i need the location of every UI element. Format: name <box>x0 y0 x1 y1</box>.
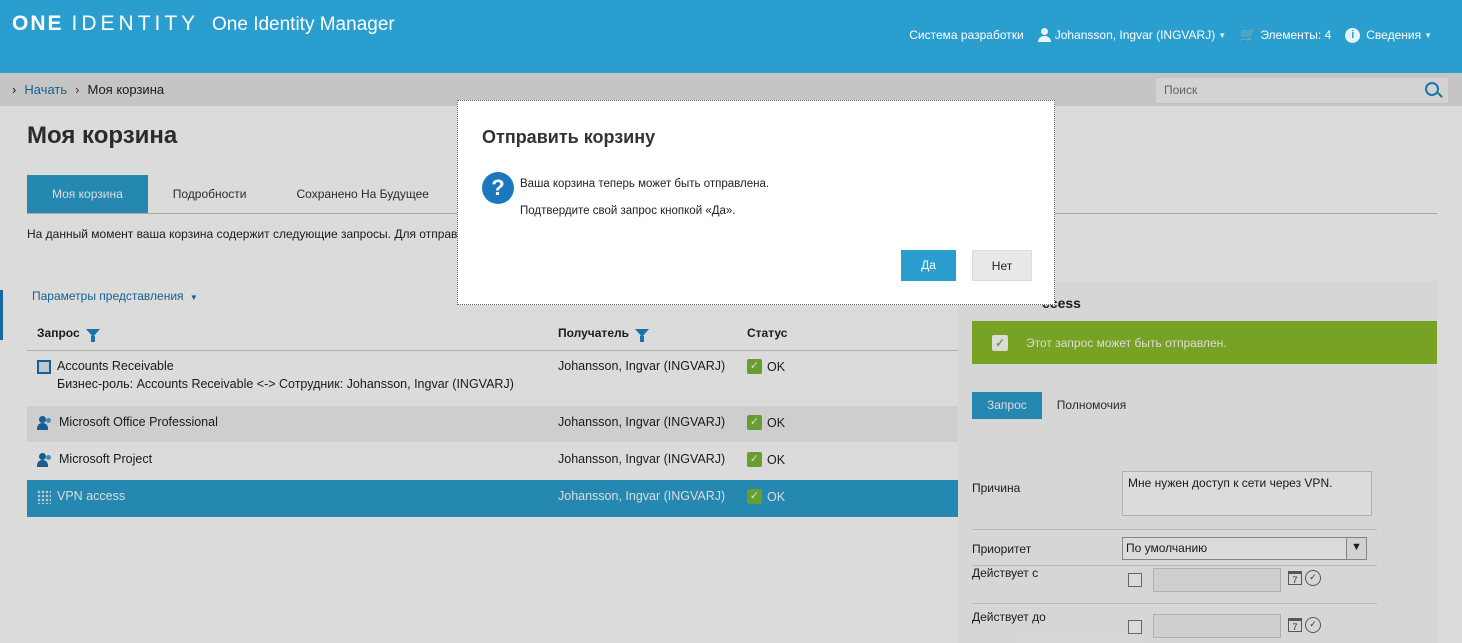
user-menu[interactable]: Johansson, Ingvar (INGVARJ) ▼ <box>1037 28 1227 42</box>
dialog-message-line2: Подтвердите свой запрос кнопкой «Да». <box>520 205 736 217</box>
cart-count: Элементы: 4 <box>1260 28 1332 42</box>
user-name: Johansson, Ingvar (INGVARJ) <box>1054 28 1216 42</box>
cart-link[interactable]: 🛒 Элементы: 4 <box>1240 27 1331 43</box>
system-label: Система разработки <box>909 28 1023 42</box>
app-header: ONE IDENTITY One Identity Manager Систем… <box>0 0 1462 73</box>
header-menu: Система разработки Johansson, Ingvar (IN… <box>895 27 1432 43</box>
logo-identity-text: IDENTITY <box>71 12 200 35</box>
no-button[interactable]: Нет <box>972 250 1032 281</box>
info-menu[interactable]: i Сведения ▼ <box>1345 27 1432 43</box>
chevron-down-icon: ▼ <box>1424 30 1432 40</box>
yes-button[interactable]: Да <box>901 250 956 281</box>
question-icon: ? <box>482 172 514 204</box>
dialog-title: Отправить корзину <box>482 127 656 147</box>
dialog-message-line1: Ваша корзина теперь может быть отправлен… <box>520 178 770 190</box>
info-label: Сведения <box>1366 28 1422 42</box>
cart-icon: 🛒 <box>1240 27 1257 42</box>
info-icon: i <box>1345 27 1361 43</box>
logo-one-text: ONE <box>12 12 64 35</box>
one-identity-logo[interactable]: ONE IDENTITY <box>12 12 199 36</box>
user-icon <box>1037 28 1051 42</box>
app-title: One Identity Manager <box>212 14 395 35</box>
system-text: Система разработки <box>909 28 1024 42</box>
submit-cart-dialog: Отправить корзину ? Ваша корзина теперь … <box>457 100 1055 305</box>
chevron-down-icon: ▼ <box>1218 30 1227 40</box>
